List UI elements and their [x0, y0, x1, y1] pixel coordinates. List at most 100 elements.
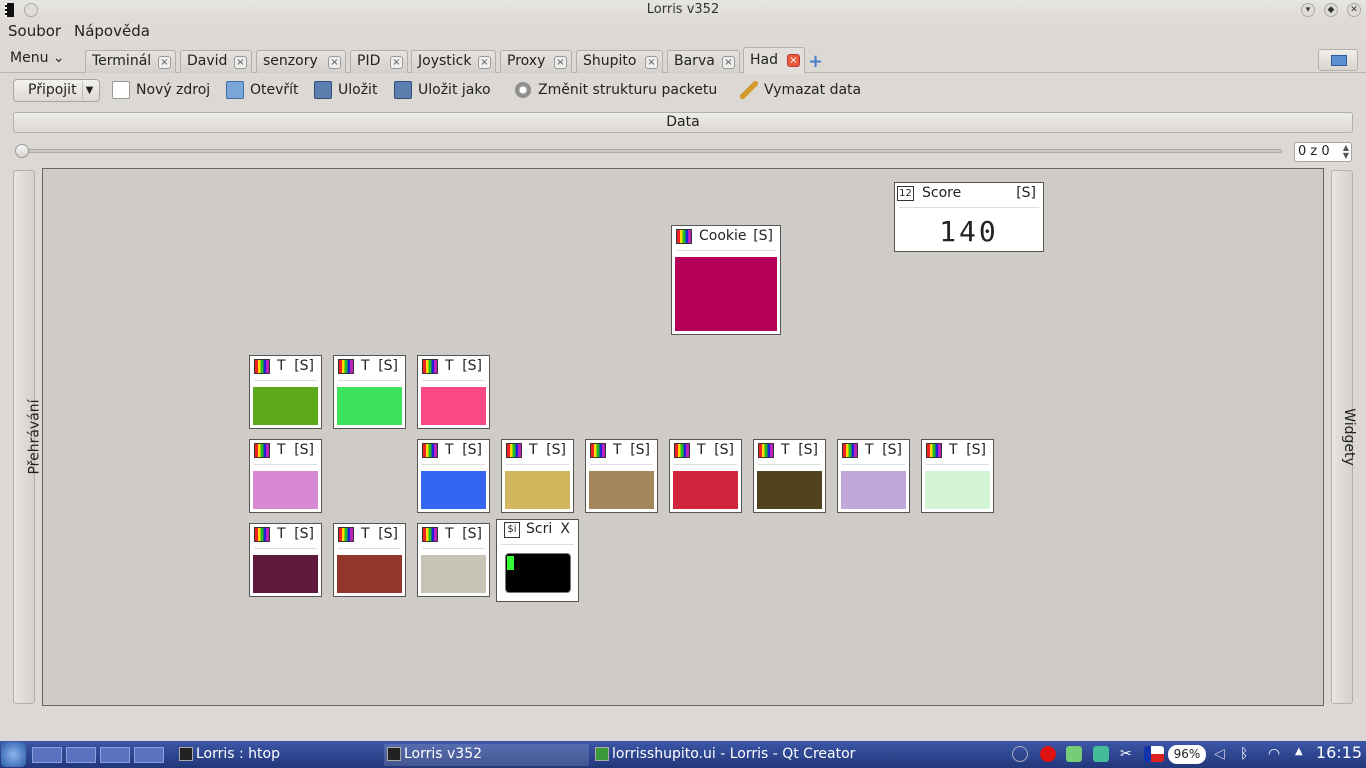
minimize-button[interactable]: ▾	[1301, 3, 1315, 17]
close-icon[interactable]: ×	[234, 56, 247, 69]
widget-header[interactable]: T [S]	[250, 356, 321, 378]
close-icon[interactable]: ×	[328, 56, 341, 69]
widget-flag[interactable]: [S]	[462, 358, 482, 374]
keyboard-layout-flag-icon[interactable]	[1144, 746, 1164, 762]
widget-flag[interactable]: [S]	[294, 442, 314, 458]
widget-flag[interactable]: [S]	[546, 442, 566, 458]
widget-header[interactable]: T [S]	[418, 524, 489, 546]
clear-data-button[interactable]: Vymazat data	[740, 81, 861, 99]
widget-flag[interactable]: [S]	[294, 358, 314, 374]
widget-header[interactable]: T [S]	[250, 440, 321, 462]
tab-barva[interactable]: Barva ×	[667, 50, 740, 73]
clock[interactable]: 16:15	[1316, 743, 1362, 762]
bluetooth-icon[interactable]: ᛒ	[1240, 746, 1256, 762]
tab-david[interactable]: David ×	[180, 50, 252, 73]
close-button[interactable]: X	[560, 521, 570, 537]
widget-area[interactable]: Cookie [S] 12 Score [S] 140 T [S] T [S] T […	[42, 168, 1324, 706]
desktop-4-button[interactable]	[134, 747, 164, 763]
volume-icon[interactable]: ◁	[1214, 746, 1230, 762]
scissors-icon[interactable]: ✂	[1120, 746, 1136, 762]
spin-arrows-icon[interactable]: ▲ ▼	[1343, 144, 1349, 160]
tile-widget[interactable]: T [S]	[249, 523, 322, 597]
widget-header[interactable]: T [S]	[502, 440, 573, 462]
add-tab-button[interactable]: +	[808, 51, 823, 72]
widget-flag[interactable]: [S]	[1016, 185, 1036, 201]
new-window-button[interactable]	[1318, 49, 1358, 71]
tile-widget[interactable]: T [S]	[417, 439, 490, 513]
tab-pid[interactable]: PID ×	[350, 50, 408, 73]
desktop-3-button[interactable]	[100, 747, 130, 763]
task-htop[interactable]: Lorris : htop	[176, 744, 381, 766]
tile-widget[interactable]: T [S]	[333, 523, 406, 597]
position-spinbox[interactable]: 0 z 0 ▲ ▼	[1294, 142, 1352, 162]
widget-flag[interactable]: [S]	[294, 526, 314, 542]
connect-combo[interactable]: Připojit ▼	[13, 79, 100, 102]
close-icon[interactable]: ×	[158, 56, 171, 69]
widget-flag[interactable]: [S]	[753, 228, 773, 244]
widget-flag[interactable]: [S]	[378, 358, 398, 374]
menu-dropdown[interactable]: Menu ⌄	[10, 50, 65, 66]
tab-had[interactable]: Had ×	[743, 47, 805, 74]
tile-widget[interactable]: T [S]	[333, 355, 406, 429]
tile-widget[interactable]: T [S]	[669, 439, 742, 513]
close-icon[interactable]: ×	[722, 56, 735, 69]
tab-proxy[interactable]: Proxy ×	[500, 50, 572, 73]
desktop-1-button[interactable]	[32, 747, 62, 763]
script-canvas[interactable]	[505, 553, 571, 593]
chevron-up-icon[interactable]: ▲	[1295, 746, 1311, 762]
widget-flag[interactable]: [S]	[798, 442, 818, 458]
widget-header[interactable]: T [S]	[334, 524, 405, 546]
widget-header[interactable]: T [S]	[334, 356, 405, 378]
widget-header[interactable]: $i Scri X	[497, 520, 578, 542]
cookie-widget[interactable]: Cookie [S]	[671, 225, 781, 335]
new-source-button[interactable]: Nový zdroj	[112, 81, 210, 99]
maximize-button[interactable]: ◆	[1324, 3, 1338, 17]
tile-widget[interactable]: T [S]	[417, 523, 490, 597]
widget-header[interactable]: T [S]	[418, 356, 489, 378]
kde-menu-icon[interactable]	[1, 742, 26, 767]
close-icon[interactable]: ×	[478, 56, 491, 69]
info-icon[interactable]	[1012, 746, 1028, 762]
widget-flag[interactable]: [S]	[714, 442, 734, 458]
widget-flag[interactable]: [S]	[378, 526, 398, 542]
script-widget[interactable]: $i Scri X	[496, 519, 579, 602]
close-button[interactable]: ✕	[1347, 3, 1361, 17]
widgets-panel-toggle[interactable]: Widgety	[1331, 170, 1357, 704]
open-button[interactable]: Otevřít	[226, 81, 299, 99]
tab-terminal[interactable]: Terminál ×	[85, 50, 176, 73]
close-icon[interactable]: ×	[787, 54, 800, 67]
widget-flag[interactable]: [S]	[882, 442, 902, 458]
tile-widget[interactable]: T [S]	[921, 439, 994, 513]
widget-flag[interactable]: [S]	[462, 526, 482, 542]
widget-header[interactable]: T [S]	[250, 524, 321, 546]
widget-header[interactable]: T [S]	[586, 440, 657, 462]
change-struct-button[interactable]: Změnit strukturu packetu	[514, 81, 717, 99]
battery-indicator[interactable]: 96%	[1168, 745, 1206, 764]
network-monitor-icon[interactable]	[1066, 746, 1082, 762]
save-button[interactable]: Uložit	[314, 81, 377, 99]
task-qt-creator[interactable]: lorrisshupito.ui - Lorris - Qt Creator	[592, 744, 862, 766]
widget-flag[interactable]: [S]	[630, 442, 650, 458]
slider-handle[interactable]	[15, 144, 29, 158]
dropbox-icon[interactable]	[1093, 746, 1109, 762]
menu-help[interactable]: Nápověda	[74, 22, 150, 40]
tile-widget[interactable]: T [S]	[417, 355, 490, 429]
widget-header[interactable]: T [S]	[922, 440, 993, 462]
chevron-down-icon[interactable]: ▼	[82, 82, 96, 99]
tab-shupito[interactable]: Shupito ×	[576, 50, 663, 73]
tile-widget[interactable]: T [S]	[501, 439, 574, 513]
tile-widget[interactable]: T [S]	[249, 355, 322, 429]
opera-icon[interactable]	[1040, 746, 1056, 762]
tile-widget[interactable]: T [S]	[837, 439, 910, 513]
task-lorris[interactable]: Lorris v352	[384, 744, 589, 766]
widget-flag[interactable]: [S]	[966, 442, 986, 458]
tab-joystick[interactable]: Joystick ×	[411, 50, 496, 73]
tile-widget[interactable]: T [S]	[753, 439, 826, 513]
close-icon[interactable]: ×	[645, 56, 658, 69]
tab-senzory[interactable]: senzory ×	[256, 50, 346, 73]
widget-header[interactable]: 12 Score [S]	[895, 183, 1043, 205]
data-toggle-bar[interactable]: Data	[13, 112, 1353, 133]
desktop-2-button[interactable]	[66, 747, 96, 763]
close-icon[interactable]: ×	[554, 56, 567, 69]
widget-header[interactable]: T [S]	[838, 440, 909, 462]
